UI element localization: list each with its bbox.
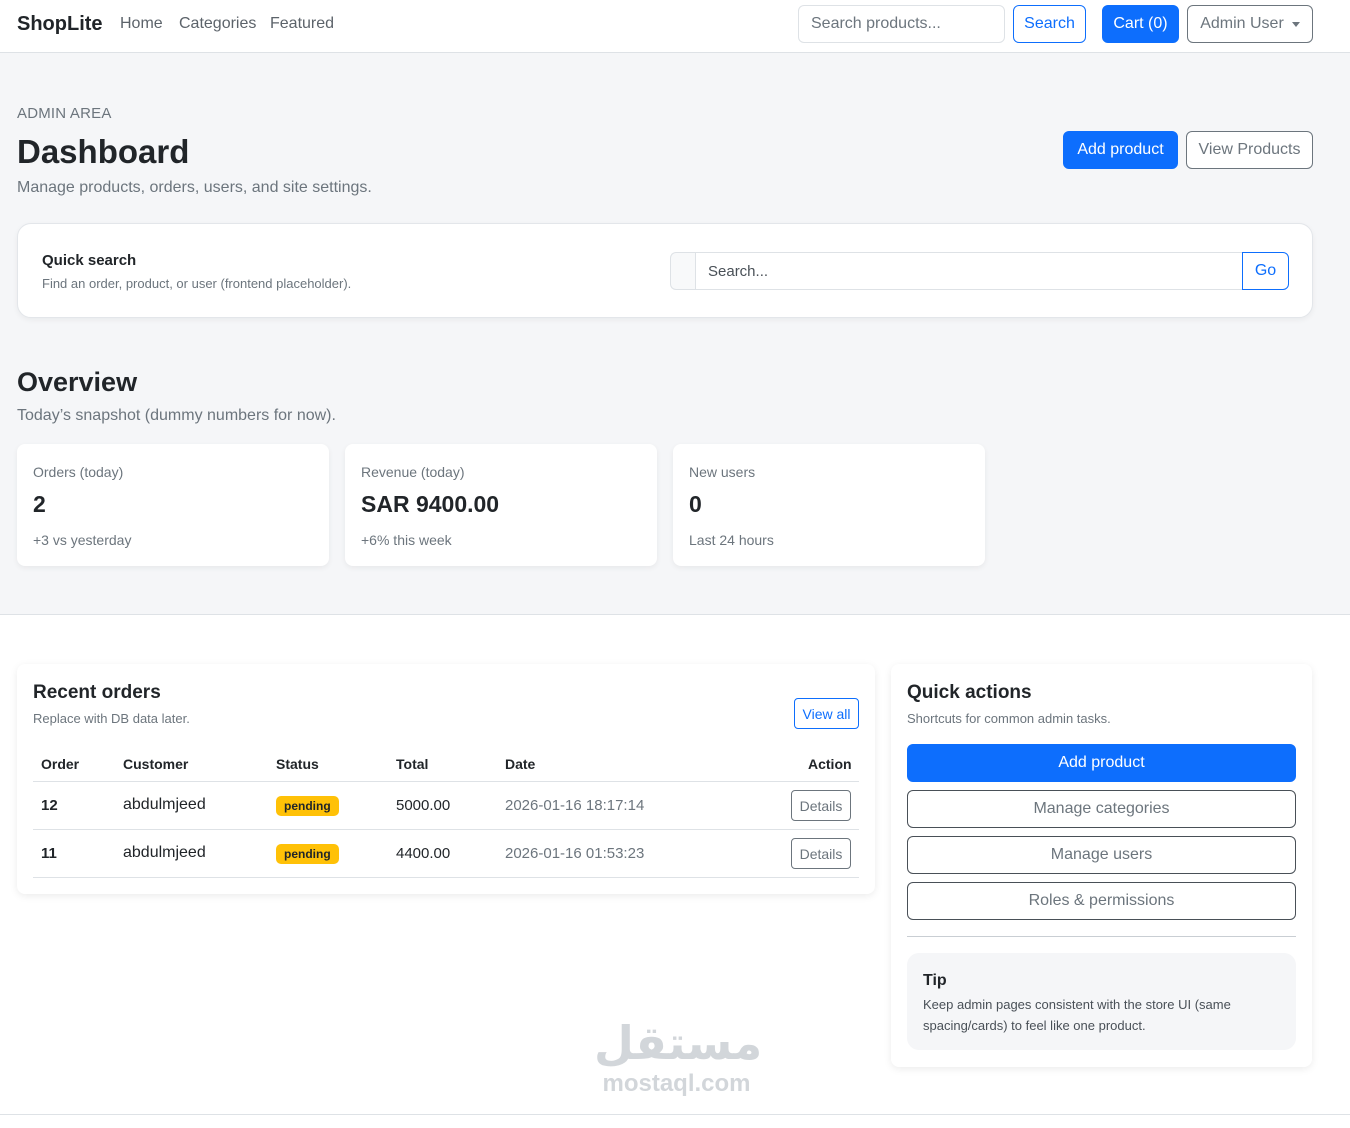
page-subtitle: Manage products, orders, users, and site… [17,179,372,196]
view-all-button[interactable]: View all [794,698,859,729]
search-addon-icon [670,252,696,290]
qa-manage-categories-button[interactable]: Manage categories [907,790,1296,828]
recent-orders-card: Recent orders Replace with DB data later… [17,664,875,894]
stat-value: 2 [33,491,46,517]
dashboard-header-section: ADMIN AREA Dashboard Manage products, or… [0,53,1350,615]
nav-search-input[interactable] [798,5,1005,43]
order-details-button[interactable]: Details [791,838,851,869]
add-product-button[interactable]: Add product [1063,131,1178,169]
column-header-total: Total [396,756,429,772]
qa-divider [907,936,1296,937]
quick-actions-card: Quick actions Shortcuts for common admin… [891,664,1312,1067]
column-header-order: Order [41,756,80,772]
qa-manage-users-button[interactable]: Manage users [907,836,1296,874]
quick-search-input[interactable] [695,252,1243,290]
recent-orders-title: Recent orders [33,682,161,703]
tip-text: Keep admin pages consistent with the sto… [923,997,1231,1033]
table-divider [33,829,859,830]
quick-actions-subtitle: Shortcuts for common admin tasks. [907,711,1111,726]
table-divider [33,877,859,878]
stat-note: +6% this week [361,532,452,548]
footer-divider [0,1114,1350,1115]
brand-logo[interactable]: ShopLite [17,13,103,36]
stat-note: +3 vs yesterday [33,532,132,548]
stat-note: Last 24 hours [689,532,774,548]
cart-button[interactable]: Cart (0) [1102,5,1179,43]
stat-label: Orders (today) [33,464,124,480]
eyebrow-label: ADMIN AREA [17,105,112,122]
stat-label: New users [689,464,756,480]
view-products-button[interactable]: View Products [1186,131,1313,169]
order-date: 2026-01-16 18:17:14 [505,797,645,814]
page-title: Dashboard [17,133,190,170]
column-header-action: Action [808,756,852,772]
order-date: 2026-01-16 01:53:23 [505,845,645,862]
quick-actions-title: Quick actions [907,682,1032,703]
order-id: 11 [41,845,57,862]
order-id: 12 [41,797,58,814]
nav-search-button[interactable]: Search [1013,5,1086,43]
table-divider [33,781,859,782]
user-menu-dropdown[interactable]: Admin User [1187,5,1313,43]
stat-card-orders: Orders (today) 2 +3 vs yesterday [17,444,329,566]
status-badge: pending [276,844,339,864]
user-menu-label: Admin User [1200,15,1284,32]
column-header-date: Date [505,756,536,772]
nav-link-home[interactable]: Home [120,15,163,33]
column-header-customer: Customer [123,756,189,772]
watermark-arabic: مستقل [594,1016,763,1070]
caret-down-icon [1291,21,1300,27]
tip-title: Tip [923,972,947,989]
quick-search-subtitle: Find an order, product, or user (fronten… [42,276,352,291]
stat-value: 0 [689,491,702,517]
tip-box: Tip Keep admin pages consistent with the… [907,953,1296,1050]
overview-title: Overview [17,367,138,397]
overview-subtitle: Today’s snapshot (dummy numbers for now)… [17,407,336,424]
navbar: ShopLite Home Categories Featured Search… [0,0,1350,53]
recent-orders-subtitle: Replace with DB data later. [33,711,190,726]
nav-link-categories[interactable]: Categories [179,15,256,33]
order-total: 5000.00 [396,797,451,814]
nav-link-featured[interactable]: Featured [270,15,334,33]
stat-label: Revenue (today) [361,464,465,480]
order-total: 4400.00 [396,845,451,862]
quick-search-card: Quick search Find an order, product, or … [17,223,1313,318]
mostaql-watermark: مستقل mostaql.com [594,1016,763,1098]
stat-card-revenue: Revenue (today) SAR 9400.00 +6% this wee… [345,444,657,566]
qa-add-product-button[interactable]: Add product [907,744,1296,782]
watermark-latin: mostaql.com [602,1070,751,1097]
order-customer: abdulmjeed [123,844,206,861]
quick-search-title: Quick search [42,252,137,269]
stat-value: SAR 9400.00 [361,491,500,517]
order-customer: abdulmjeed [123,796,206,813]
stat-card-new-users: New users 0 Last 24 hours [673,444,985,566]
quick-search-go-button[interactable]: Go [1242,252,1289,290]
column-header-status: Status [276,756,319,772]
status-badge: pending [276,796,339,816]
quick-search-group: Go [670,252,1289,290]
qa-roles-permissions-button[interactable]: Roles & permissions [907,882,1296,920]
order-details-button[interactable]: Details [791,790,851,821]
